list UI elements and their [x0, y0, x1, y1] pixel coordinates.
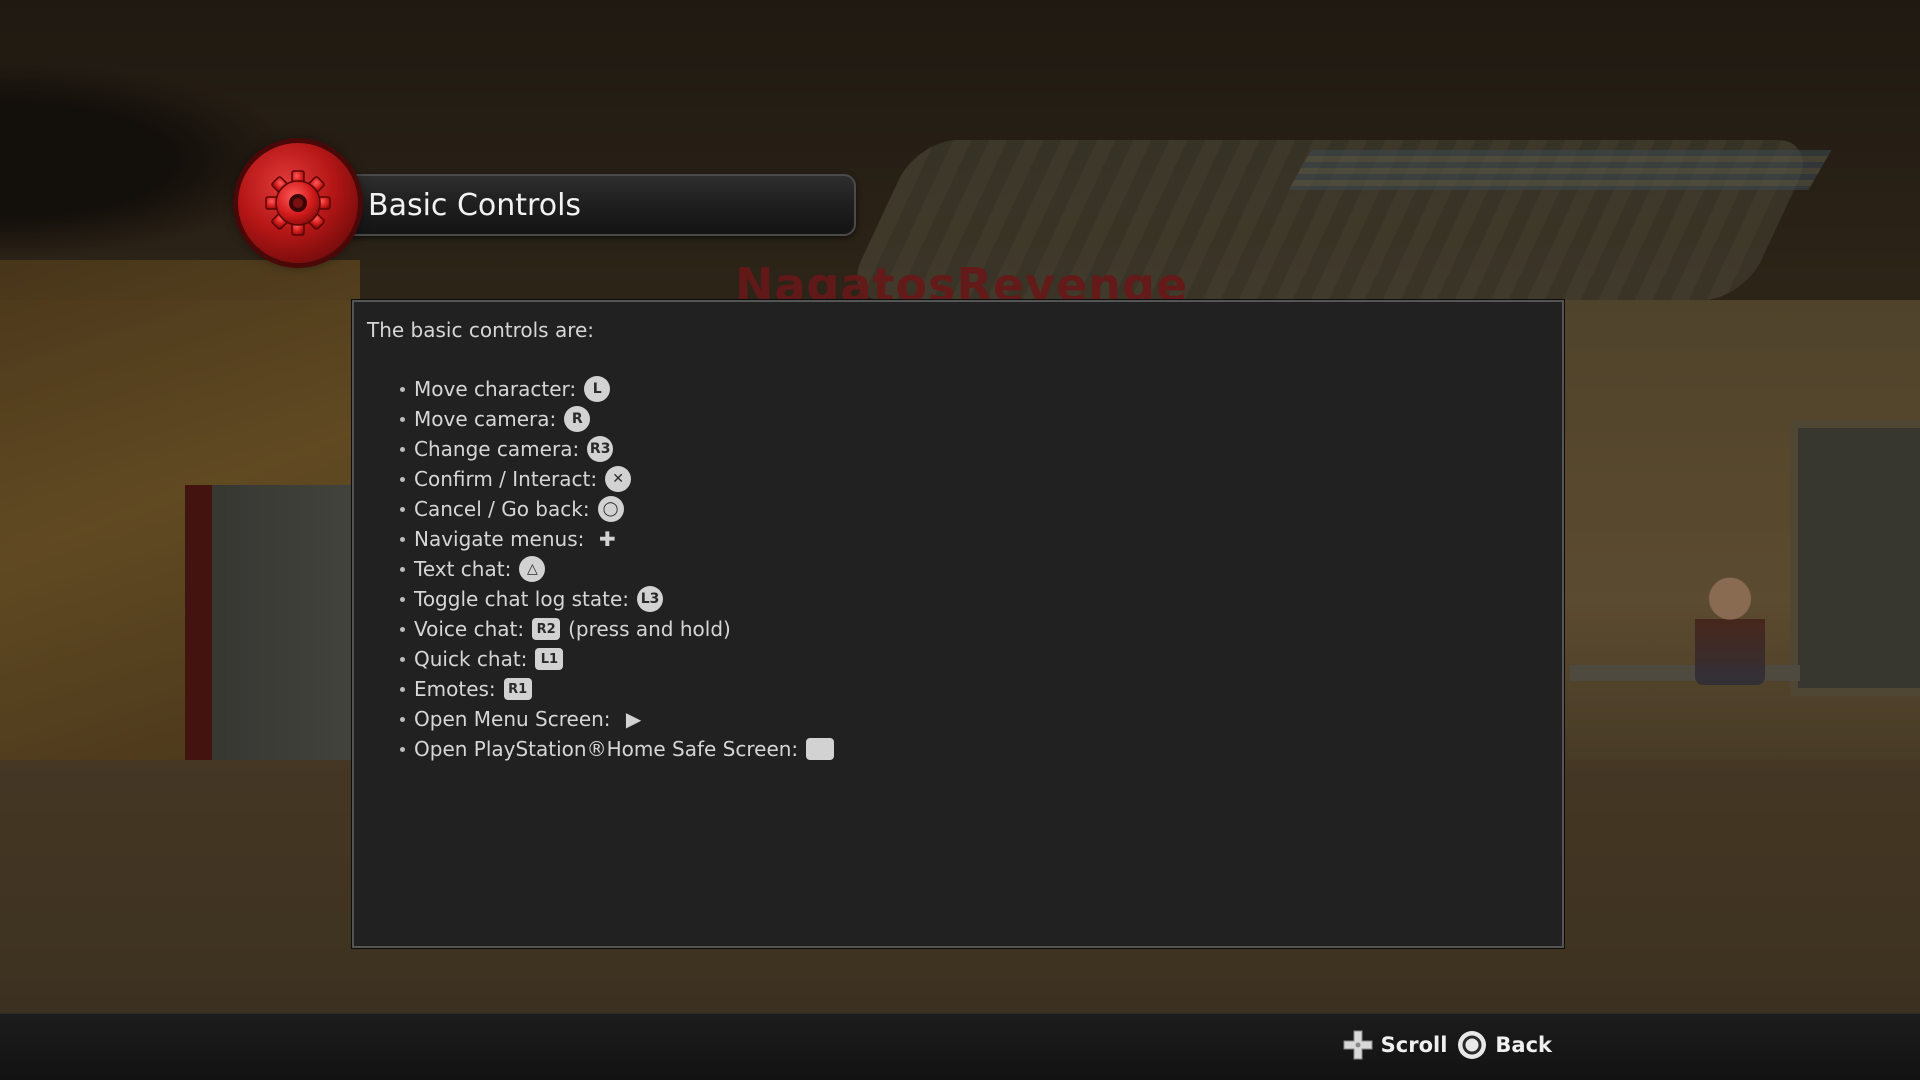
- back-hint[interactable]: Back: [1457, 1030, 1552, 1060]
- title-plate: Basic Controls: [300, 174, 856, 236]
- bullet-icon: [400, 506, 405, 512]
- control-label: Toggle chat log state:: [414, 587, 630, 611]
- button-glyph-icon: ✚: [598, 527, 616, 551]
- control-item: Text chat: △: [400, 554, 834, 584]
- control-label: Quick chat:: [414, 647, 528, 671]
- button-glyph-icon: [806, 738, 835, 760]
- control-label: Open PlayStation®Home Safe Screen:: [414, 737, 799, 761]
- button-glyph-icon: ◯: [597, 496, 624, 522]
- button-glyph-icon: L1: [535, 648, 564, 670]
- bullet-icon: [400, 746, 405, 752]
- control-item: Navigate menus: ✚: [400, 524, 834, 554]
- control-item: Toggle chat log state: L3: [400, 584, 834, 614]
- scroll-label: Scroll: [1380, 1033, 1448, 1057]
- bottom-hint-bar: Scroll Back: [0, 1013, 1920, 1080]
- control-item: Emotes: R1: [400, 674, 834, 704]
- scroll-hint[interactable]: Scroll: [1343, 1030, 1448, 1060]
- bullet-icon: [400, 446, 405, 452]
- bullet-icon: [400, 416, 405, 422]
- control-label: Open Menu Screen:: [414, 707, 611, 731]
- control-note: (press and hold): [568, 617, 731, 641]
- hint-group: Scroll Back: [1333, 1030, 1552, 1060]
- control-label: Cancel / Go back:: [414, 497, 590, 521]
- control-item: Open Menu Screen: ▶: [400, 704, 834, 734]
- controls-list: Move character: L Move camera: R Change came…: [400, 374, 835, 764]
- panel-intro-text: The basic controls are:: [367, 318, 595, 342]
- control-label: Navigate menus:: [414, 527, 585, 551]
- button-glyph-icon: R3: [587, 436, 614, 462]
- circle-button-icon: [1457, 1030, 1487, 1060]
- button-glyph-icon: ✕: [605, 466, 632, 492]
- control-item: Open PlayStation®Home Safe Screen:: [400, 734, 835, 764]
- bullet-icon: [400, 536, 405, 542]
- dpad-icon: [1343, 1030, 1373, 1060]
- control-label: Voice chat:: [414, 617, 525, 641]
- page-title: Basic Controls: [368, 187, 582, 223]
- bullet-icon: [400, 386, 405, 392]
- control-item: Confirm / Interact: ✕: [400, 464, 834, 494]
- control-item: Cancel / Go back: ◯: [400, 494, 834, 524]
- control-label: Move camera:: [414, 407, 557, 431]
- bullet-icon: [400, 476, 405, 482]
- control-label: Confirm / Interact:: [414, 467, 598, 491]
- button-glyph-icon: R1: [503, 678, 532, 700]
- bullet-icon: [400, 626, 405, 632]
- button-glyph-icon: R2: [532, 618, 561, 640]
- control-item: Voice chat: R2 (press and hold): [400, 614, 834, 644]
- game-screen: NagatosRevenge Basic Controls The basic …: [0, 0, 1920, 1080]
- bullet-icon: [400, 686, 405, 692]
- control-item: Move character: L: [400, 374, 834, 404]
- bullet-icon: [400, 716, 405, 722]
- button-glyph-icon: ▶: [625, 707, 642, 731]
- control-label: Move character:: [414, 377, 577, 401]
- control-item: Move camera: R: [400, 404, 834, 434]
- control-label: Text chat:: [414, 557, 512, 581]
- bullet-icon: [400, 566, 405, 572]
- button-glyph-icon: △: [519, 556, 546, 582]
- button-glyph-icon: R: [564, 406, 591, 432]
- back-label: Back: [1495, 1033, 1552, 1057]
- control-item: Quick chat: L1: [400, 644, 834, 674]
- bullet-icon: [400, 656, 405, 662]
- gear-icon: [265, 170, 331, 236]
- gear-badge: [238, 143, 358, 263]
- button-glyph-icon: L: [584, 376, 611, 402]
- button-glyph-icon: L3: [637, 586, 664, 612]
- control-item: Change camera: R3: [400, 434, 834, 464]
- control-label: Emotes:: [414, 677, 496, 701]
- bullet-icon: [400, 596, 405, 602]
- controls-panel: The basic controls are: Move character: L…: [352, 300, 1564, 948]
- control-label: Change camera:: [414, 437, 580, 461]
